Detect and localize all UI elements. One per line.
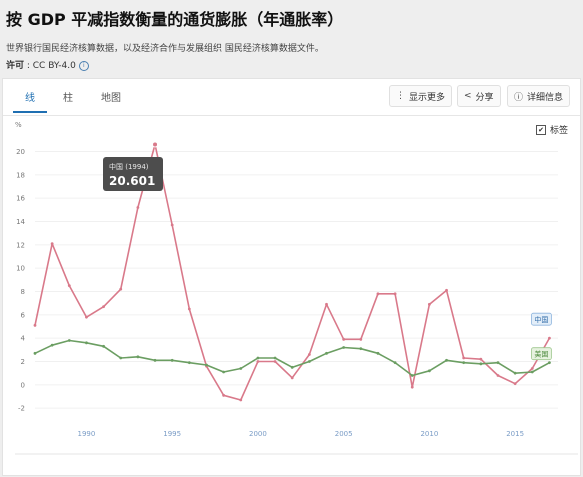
- page-title: 按 GDP 平减指数衡量的通货膨胀（年通胀率）: [6, 10, 344, 29]
- data-point: [427, 369, 431, 373]
- data-point: [548, 361, 551, 365]
- data-point: [479, 357, 483, 361]
- data-point: [325, 351, 328, 355]
- y-axis-label: %: [15, 121, 22, 129]
- x-tick-label: 1990: [78, 430, 96, 438]
- data-point: [496, 361, 500, 365]
- data-point: [153, 358, 157, 362]
- data-point: [256, 360, 260, 363]
- data-point: [170, 223, 174, 227]
- data-point: [342, 346, 346, 349]
- data-point: [393, 361, 397, 365]
- data-point: [50, 343, 54, 347]
- license-label: 许可: [6, 61, 25, 71]
- data-point: [136, 355, 140, 359]
- y-tick-label: -2: [18, 405, 25, 413]
- x-tick-label: 2005: [335, 430, 353, 438]
- data-point: [410, 374, 414, 377]
- data-point: [85, 315, 88, 319]
- data-point: [307, 360, 311, 363]
- license-info: 许可 : CC BY-4.0 i: [6, 58, 89, 71]
- data-point: [67, 284, 71, 288]
- y-tick-label: 0: [21, 381, 25, 389]
- y-tick-label: 14: [16, 218, 25, 226]
- data-point: [376, 292, 380, 296]
- data-point: [239, 398, 243, 402]
- y-tick-label: 20: [16, 148, 25, 156]
- x-tick-label: 1995: [163, 430, 181, 438]
- y-tick-label: 10: [16, 265, 25, 273]
- data-point: [33, 323, 37, 327]
- y-tick-label: 18: [16, 171, 25, 179]
- data-point: [290, 376, 294, 380]
- x-tick-label: 2010: [420, 430, 438, 438]
- line-chart: % -2 0 2 4 6 8 10 12 14 16 18 20 1990 1995 2000 2005 2010…: [15, 121, 578, 455]
- data-point: [530, 370, 534, 374]
- info-icon[interactable]: i: [78, 60, 89, 71]
- data-point: [325, 302, 328, 306]
- x-tick-label: 2000: [249, 430, 267, 438]
- data-point: [205, 363, 208, 367]
- data-point: [479, 362, 483, 366]
- data-point: [119, 356, 123, 360]
- data-point: [462, 356, 466, 360]
- y-tick-label: 12: [16, 241, 25, 249]
- data-point: [393, 292, 397, 296]
- source-note: 世界银行国民经济核算数据，以及经济合作与发展组织 国民经济核算数据文件。: [6, 44, 324, 54]
- data-point: [290, 365, 294, 369]
- data-point: [67, 339, 71, 342]
- data-point: [102, 305, 105, 309]
- series-end-label: 中国: [534, 315, 548, 324]
- data-point: [359, 347, 363, 351]
- data-point: [462, 361, 466, 365]
- y-tick-label: 8: [21, 288, 25, 296]
- data-point: [496, 374, 500, 377]
- y-tick-label: 6: [21, 311, 26, 319]
- chart-card: 线 柱 地图 ⋮ 显示更多 < 分享 ⓘ 详细信息 ✔ 标签 % -2 0 2 4 6 8 1…: [2, 78, 581, 476]
- license-value: : CC BY-4.0: [24, 61, 76, 71]
- data-point: [256, 356, 260, 360]
- data-point: [513, 382, 517, 386]
- data-point: [85, 341, 88, 345]
- data-point: [513, 371, 517, 375]
- data-point: [102, 344, 105, 348]
- data-point: [530, 367, 534, 370]
- data-point: [445, 288, 448, 292]
- data-point: [136, 206, 140, 209]
- data-point: [222, 370, 226, 374]
- y-tick-label: 16: [16, 195, 25, 203]
- data-point: [427, 302, 431, 306]
- tooltip-value: 20.601: [109, 174, 155, 188]
- data-point: [119, 287, 123, 291]
- data-point: [170, 358, 174, 362]
- data-point: [187, 361, 191, 365]
- data-point: [307, 353, 311, 356]
- data-point: [273, 360, 277, 363]
- data-point: [410, 385, 414, 389]
- x-tick-label: 2015: [506, 430, 524, 438]
- data-point: [33, 351, 37, 355]
- data-point: [222, 393, 226, 397]
- y-tick-label: 2: [21, 358, 25, 366]
- data-point: [187, 307, 191, 311]
- data-point: [342, 337, 346, 341]
- data-point: [359, 337, 363, 341]
- data-point: [376, 351, 380, 355]
- data-point: [548, 336, 551, 340]
- tooltip-label: 中国 (1994): [109, 162, 149, 171]
- data-point: [445, 358, 448, 362]
- highlight-point: [152, 141, 159, 148]
- data-point: [273, 356, 277, 360]
- y-tick-label: 4: [21, 335, 26, 343]
- series-end-label: 美国: [534, 350, 548, 359]
- data-point: [239, 367, 243, 370]
- data-point: [50, 242, 54, 246]
